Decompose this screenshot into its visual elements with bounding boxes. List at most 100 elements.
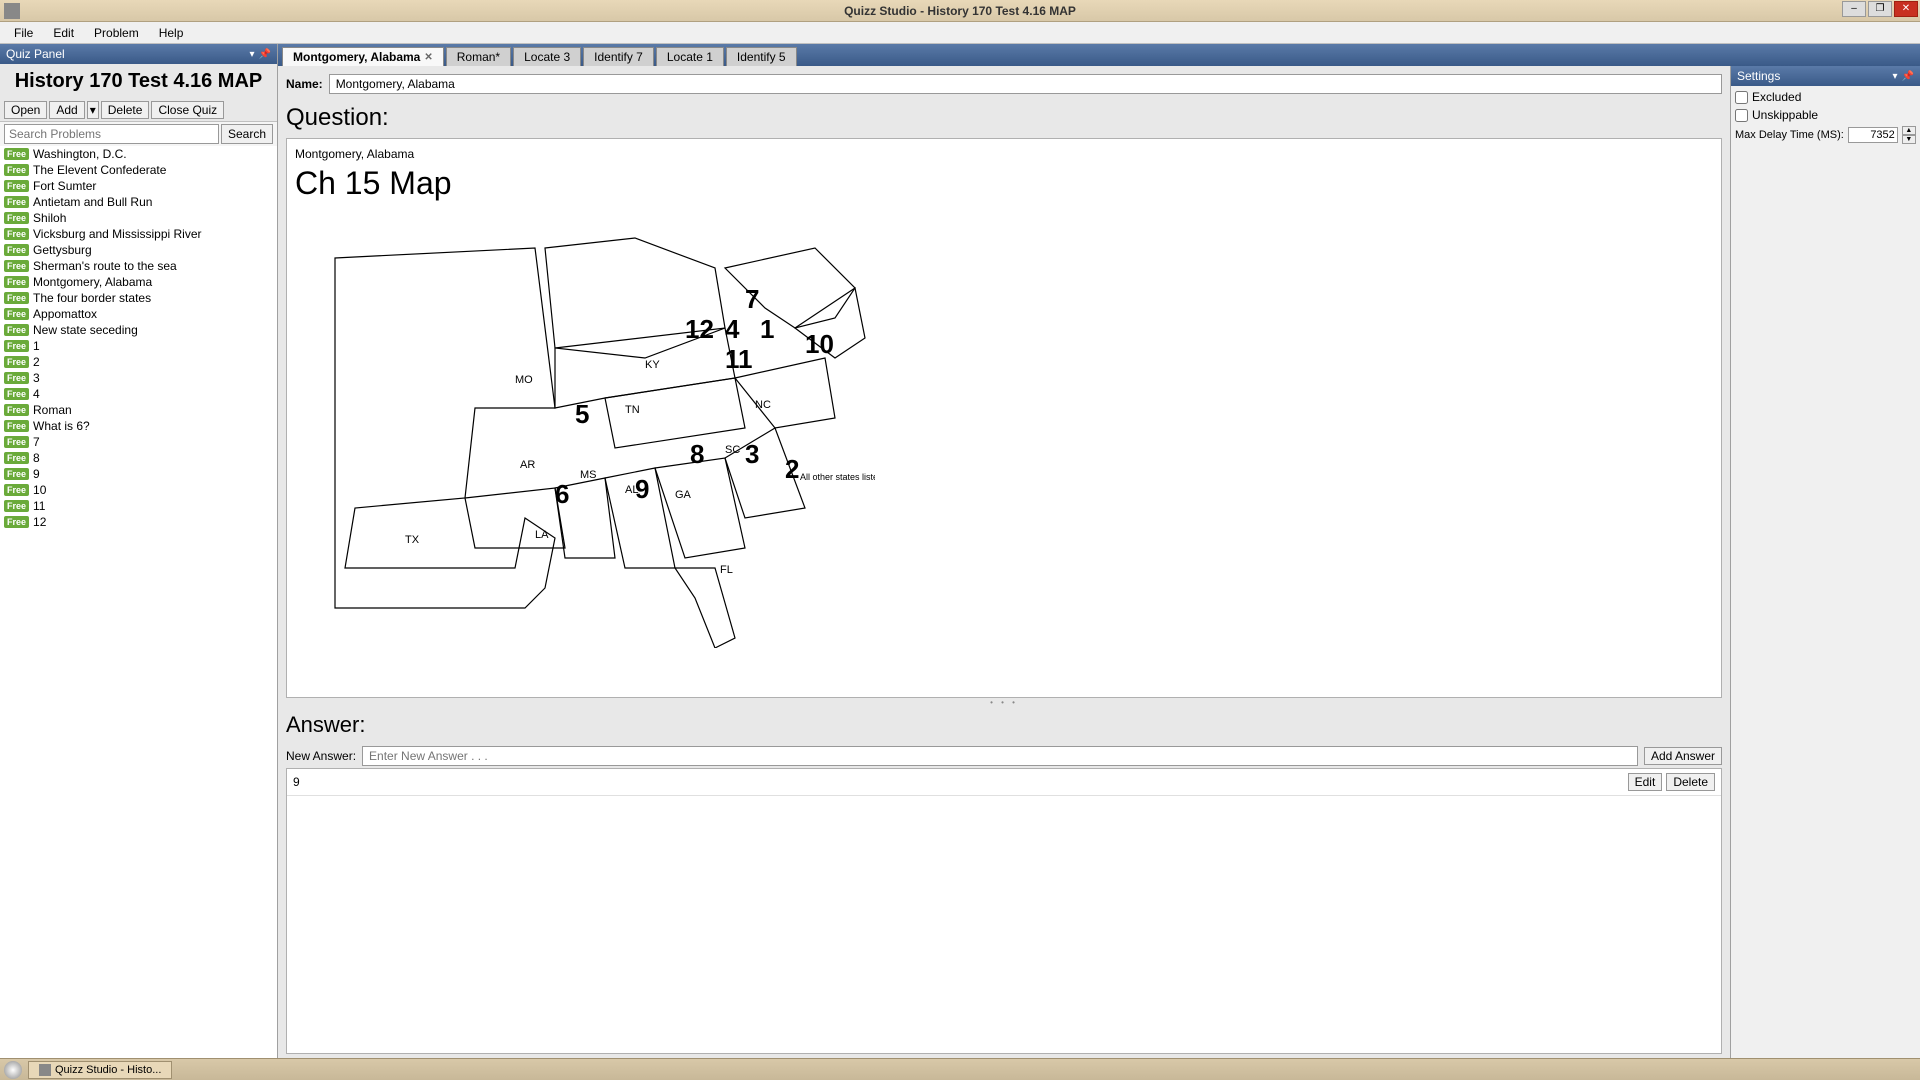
- menu-problem[interactable]: Problem: [84, 24, 149, 42]
- close-quiz-button[interactable]: Close Quiz: [151, 101, 224, 119]
- new-answer-input[interactable]: [362, 746, 1638, 766]
- problem-item[interactable]: Free2: [0, 354, 277, 370]
- problem-item[interactable]: FreeShiloh: [0, 210, 277, 226]
- max-delay-input[interactable]: [1848, 127, 1898, 143]
- tab[interactable]: Roman*: [446, 47, 511, 66]
- search-input[interactable]: [4, 124, 219, 144]
- taskbar-item-quizz-studio[interactable]: Quizz Studio - Histo...: [28, 1061, 172, 1079]
- problem-item[interactable]: FreeNew state seceding: [0, 322, 277, 338]
- problem-item-label: Shiloh: [33, 211, 66, 225]
- tab[interactable]: Montgomery, Alabama✕: [282, 47, 444, 66]
- tab-label: Locate 3: [524, 50, 570, 64]
- problem-item[interactable]: Free1: [0, 338, 277, 354]
- answer-list: 9EditDelete: [286, 768, 1722, 1054]
- map-note: All other states listed: [800, 472, 875, 482]
- problem-item[interactable]: FreeMontgomery, Alabama: [0, 274, 277, 290]
- add-dropdown-button[interactable]: ▾: [87, 101, 99, 119]
- close-button[interactable]: ✕: [1894, 1, 1918, 17]
- settings-title: Settings: [1737, 69, 1780, 83]
- content-area: Montgomery, Alabama✕Roman*Locate 3Identi…: [278, 44, 1920, 1058]
- window-titlebar: Quizz Studio - History 170 Test 4.16 MAP…: [0, 0, 1920, 22]
- tab-close-icon[interactable]: ✕: [424, 52, 432, 63]
- problem-item[interactable]: FreeSherman's route to the sea: [0, 258, 277, 274]
- menu-edit[interactable]: Edit: [43, 24, 84, 42]
- excluded-checkbox-row[interactable]: Excluded: [1735, 90, 1916, 104]
- search-button[interactable]: Search: [221, 124, 273, 144]
- add-answer-button[interactable]: Add Answer: [1644, 747, 1722, 765]
- menubar: File Edit Problem Help: [0, 22, 1920, 44]
- problem-item[interactable]: FreeWashington, D.C.: [0, 146, 277, 162]
- badge-free: Free: [4, 308, 29, 320]
- badge-free: Free: [4, 468, 29, 480]
- problem-item-label: Washington, D.C.: [33, 147, 127, 161]
- tab-label: Locate 1: [667, 50, 713, 64]
- problem-item-label: Montgomery, Alabama: [33, 275, 152, 289]
- unskippable-checkbox-row[interactable]: Unskippable: [1735, 108, 1916, 122]
- settings-pin-icon[interactable]: 📌: [1902, 71, 1914, 82]
- tab[interactable]: Locate 1: [656, 47, 724, 66]
- problem-item[interactable]: FreeThe four border states: [0, 290, 277, 306]
- unskippable-checkbox[interactable]: [1735, 109, 1748, 122]
- start-button[interactable]: [4, 1061, 22, 1079]
- delete-button[interactable]: Delete: [101, 101, 150, 119]
- edit-answer-button[interactable]: Edit: [1628, 773, 1663, 791]
- name-input[interactable]: [329, 74, 1722, 94]
- add-button[interactable]: Add: [49, 101, 84, 119]
- map-num-3: 3: [745, 439, 759, 469]
- open-button[interactable]: Open: [4, 101, 47, 119]
- problem-item[interactable]: Free10: [0, 482, 277, 498]
- problem-item[interactable]: FreeWhat is 6?: [0, 418, 277, 434]
- problem-item[interactable]: Free7: [0, 434, 277, 450]
- problem-item-label: Sherman's route to the sea: [33, 259, 177, 273]
- taskbar: Quizz Studio - Histo...: [0, 1058, 1920, 1080]
- problem-item[interactable]: Free 9: [0, 466, 277, 482]
- name-label: Name:: [286, 77, 323, 91]
- problem-item[interactable]: FreeFort Sumter: [0, 178, 277, 194]
- tab[interactable]: Locate 3: [513, 47, 581, 66]
- problem-item[interactable]: Free8: [0, 450, 277, 466]
- tab[interactable]: Identify 7: [583, 47, 654, 66]
- delete-answer-button[interactable]: Delete: [1666, 773, 1715, 791]
- tab[interactable]: Identify 5: [726, 47, 797, 66]
- question-box[interactable]: Montgomery, Alabama Ch 15 Map: [286, 138, 1722, 698]
- settings-dropdown-icon[interactable]: ▾: [1893, 71, 1898, 82]
- map-title: Ch 15 Map: [295, 165, 1713, 202]
- map-image: MO KY TN AR MS AL GA SC NC LA TX FL 1: [295, 208, 875, 648]
- badge-free: Free: [4, 516, 29, 528]
- map-num-10: 10: [805, 329, 834, 359]
- problem-item[interactable]: Free11: [0, 498, 277, 514]
- map-num-7: 7: [745, 284, 759, 314]
- problem-item-label: Appomattox: [33, 307, 97, 321]
- problem-item[interactable]: Free4: [0, 386, 277, 402]
- menu-help[interactable]: Help: [149, 24, 194, 42]
- question-text: Montgomery, Alabama: [295, 147, 1713, 161]
- problem-item[interactable]: FreeVicksburg and Mississippi River: [0, 226, 277, 242]
- panel-pin-icon[interactable]: 📌: [259, 49, 271, 60]
- menu-file[interactable]: File: [4, 24, 43, 42]
- badge-free: Free: [4, 244, 29, 256]
- problem-item[interactable]: FreeGettysburg: [0, 242, 277, 258]
- state-label-nc: NC: [755, 399, 771, 411]
- delay-spin-down[interactable]: ▼: [1902, 135, 1916, 144]
- problem-item[interactable]: FreeAntietam and Bull Run: [0, 194, 277, 210]
- problem-list[interactable]: FreeWashington, D.C.FreeThe Elevent Conf…: [0, 146, 277, 1058]
- vertical-splitter[interactable]: • • •: [286, 698, 1722, 706]
- answer-item: 9EditDelete: [287, 769, 1721, 796]
- tab-label: Identify 7: [594, 50, 643, 64]
- app-icon: [4, 3, 20, 19]
- problem-item-label: 9: [33, 467, 40, 481]
- problem-item[interactable]: Free3: [0, 370, 277, 386]
- panel-dropdown-icon[interactable]: ▾: [250, 49, 255, 60]
- problem-item[interactable]: Free12: [0, 514, 277, 530]
- excluded-checkbox[interactable]: [1735, 91, 1748, 104]
- state-label-ar: AR: [520, 459, 535, 471]
- problem-item[interactable]: FreeRoman: [0, 402, 277, 418]
- problem-item-label: 2: [33, 355, 40, 369]
- problem-item[interactable]: FreeThe Elevent Confederate: [0, 162, 277, 178]
- badge-free: Free: [4, 164, 29, 176]
- problem-item[interactable]: Free Appomattox: [0, 306, 277, 322]
- badge-free: Free: [4, 372, 29, 384]
- minimize-button[interactable]: –: [1842, 1, 1866, 17]
- maximize-button[interactable]: ❐: [1868, 1, 1892, 17]
- delay-spin-up[interactable]: ▲: [1902, 126, 1916, 135]
